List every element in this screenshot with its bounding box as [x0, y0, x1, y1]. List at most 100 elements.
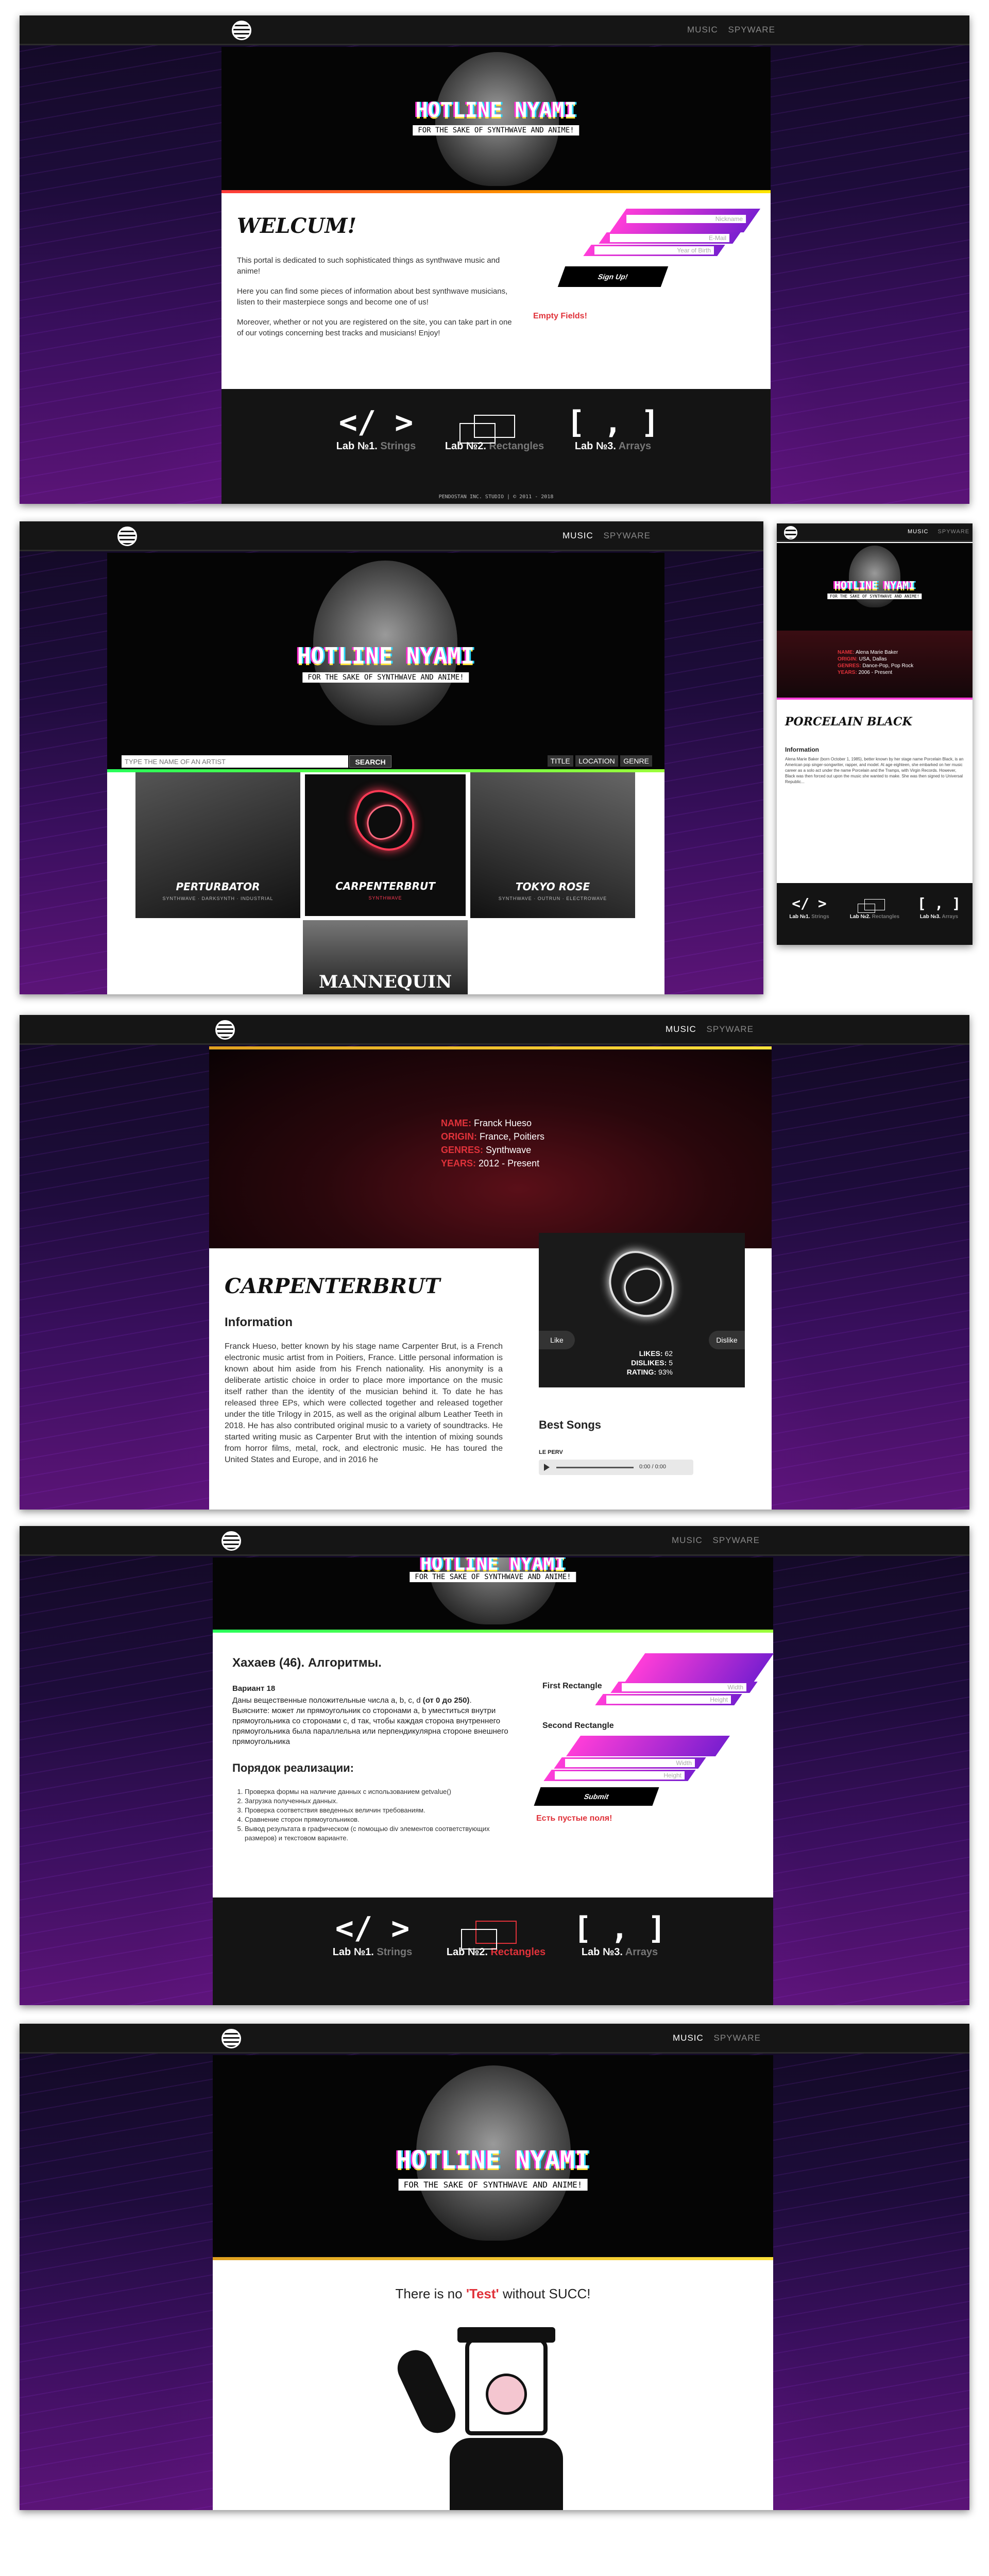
brand-subtitle: FOR THE SAKE OF SYNTHWAVE AND ANIME!	[302, 672, 469, 683]
nav-music-link[interactable]: MUSIC	[673, 2033, 704, 2043]
lab1-link[interactable]: </ > Lab №1. Strings	[321, 1910, 424, 1958]
artists-grid: PERTURBATOR SYNTHWAVE · DARKSYNTH · INDU…	[107, 772, 664, 994]
artist-card-name: CARPENTERBRUT	[335, 880, 435, 892]
nav-music-link[interactable]: MUSIC	[666, 1024, 696, 1034]
sign-up-button[interactable]: Sign Up!	[557, 266, 669, 287]
test-message: There is no 'Test' without SUCC!	[395, 2286, 591, 2301]
first-height-input[interactable]: Height	[595, 1694, 742, 1705]
lab3-link[interactable]: [ , ] Lab №3. Arrays	[568, 1910, 671, 1958]
lab2-link[interactable]: Lab №2. Rectangles	[844, 893, 906, 920]
artist-hero: NAME: Franck Hueso ORIGIN: France, Poiti…	[209, 1049, 772, 1248]
top-navbar: MUSIC SPYWARE	[20, 2024, 969, 2054]
audio-player: 0:00 / 0:00	[539, 1460, 693, 1475]
site-logo-icon[interactable]	[784, 526, 797, 539]
brand-subtitle: FOR THE SAKE OF SYNTHWAVE AND ANIME!	[398, 2179, 588, 2191]
sort-title-button[interactable]: TITLE	[547, 755, 573, 767]
brand-title: HOTLINE NYAMI	[396, 2146, 590, 2175]
sort-genre-button[interactable]: GENRE	[620, 755, 652, 767]
steps-list: Проверка формы на наличие данных с испол…	[245, 1787, 513, 1843]
top-navbar: MUSIC SPYWARE	[20, 521, 763, 551]
lab1-link[interactable]: </ > Lab №1. Strings	[781, 893, 838, 920]
artist-vote-panel: Like Dislike LIKES: 62 DISLIKES: 5 RATIN…	[539, 1233, 745, 1387]
screenshot-music: MUSIC SPYWARE HOTLINE NYAMI FOR THE SAKE…	[20, 521, 763, 994]
dislike-button[interactable]: Dislike	[709, 1331, 745, 1349]
first-width-input[interactable]: Width	[610, 1682, 758, 1693]
second-width-field[interactable]	[566, 1736, 730, 1756]
code-brackets-icon: </ >	[338, 404, 414, 440]
nav-music-link[interactable]: MUSIC	[908, 529, 928, 535]
rectangles-icon	[443, 404, 546, 444]
submit-button[interactable]: Submit	[534, 1787, 659, 1806]
cartoon-mascot-image	[388, 2327, 604, 2510]
artist-card[interactable]: CARPENTERBRUT SYNTHWAVE	[303, 772, 468, 918]
nav-spyware-link[interactable]: SPYWARE	[707, 1024, 754, 1034]
site-logo-icon[interactable]	[215, 1020, 235, 1040]
dislikes-count: 5	[669, 1359, 673, 1367]
nav-spyware-link[interactable]: SPYWARE	[938, 529, 970, 535]
site-logo-icon[interactable]	[117, 527, 137, 546]
nav-menu: MUSIC SPYWARE	[664, 1535, 760, 1546]
mobile-artist-name: PORCELAIN BLACK	[785, 715, 912, 728]
second-rect-label: Second Rectangle	[542, 1721, 614, 1730]
welcome-paragraph: Here you can find some pieces of informa…	[237, 287, 508, 307]
welcome-heading: WELCUM!	[237, 214, 357, 238]
lab3-link[interactable]: [ , ] Lab №3. Arrays	[911, 893, 967, 920]
rating-value: 93%	[658, 1368, 673, 1376]
year-of-birth-field[interactable]: Year of Birth	[583, 245, 725, 256]
site-logo-icon[interactable]	[232, 21, 251, 40]
vote-stats: LIKES: 62 DISLIKES: 5 RATING: 93%	[626, 1349, 673, 1376]
artist-search-input[interactable]	[122, 755, 348, 768]
nav-spyware-link[interactable]: SPYWARE	[604, 531, 651, 540]
nav-spyware-link[interactable]: SPYWARE	[713, 1535, 760, 1545]
site-logo-icon[interactable]	[221, 1531, 241, 1551]
search-button[interactable]: SEARCH	[349, 755, 391, 768]
task-text: Даны вещественные положительные числа a,…	[232, 1696, 508, 1746]
nav-spyware-link[interactable]: SPYWARE	[714, 2033, 761, 2043]
fact-row: YEARS: 2006 - Present	[838, 670, 893, 675]
nav-spyware-link[interactable]: SPYWARE	[728, 25, 775, 35]
song-title: LE PERV	[539, 1449, 563, 1455]
lab3-link[interactable]: [ , ] Lab №3. Arrays	[561, 404, 664, 452]
nav-music-link[interactable]: MUSIC	[562, 531, 593, 540]
nav-menu: MUSIC SPYWARE	[666, 2033, 761, 2043]
top-navbar: MUSIC SPYWARE	[20, 1526, 969, 1556]
artist-card-tags: SYNTHWAVE · DARKSYNTH · INDUSTRIAL	[162, 896, 274, 901]
like-button[interactable]: Like	[539, 1331, 575, 1349]
email-field[interactable]: E-Mail	[599, 232, 741, 244]
top-navbar: MUSIC SPYWARE	[20, 1015, 969, 1045]
sort-location-button[interactable]: LOCATION	[575, 755, 618, 767]
fact-row: ORIGIN: France, Poitiers	[441, 1131, 545, 1142]
artist-card-name: TOKYO ROSE	[515, 880, 590, 893]
brand-title: HOTLINE NYAMI	[297, 643, 475, 669]
hero-banner: HOTLINE NYAMI FOR THE SAKE OF SYNTHWAVE …	[221, 47, 771, 190]
artist-card[interactable]: TOKYO ROSE SYNTHWAVE · OUTRUN · ELECTROW…	[470, 772, 635, 918]
fact-row: ORIGIN: USA, Dallas	[838, 656, 887, 662]
second-height-input[interactable]: Height	[543, 1770, 696, 1781]
nickname-field[interactable]: Nickname	[609, 209, 761, 232]
nav-music-link[interactable]: MUSIC	[672, 1535, 703, 1545]
time-display: 0:00 / 0:00	[639, 1464, 666, 1470]
hero-banner: HOTLINE NYAMI FOR THE SAKE OF SYNTHWAVE …	[213, 1557, 773, 1630]
artist-card[interactable]: PERTURBATOR SYNTHWAVE · DARKSYNTH · INDU…	[135, 772, 300, 918]
welcome-section: WELCUM! This portal is dedicated to such…	[221, 193, 771, 389]
brand-title: HOTLINE NYAMI	[834, 579, 915, 591]
hero-banner: HOTLINE NYAMI FOR THE SAKE OF SYNTHWAVE …	[107, 553, 664, 769]
play-icon[interactable]	[544, 1464, 550, 1471]
seek-bar[interactable]	[556, 1467, 634, 1468]
artist-card[interactable]: MANNEQUIN	[303, 920, 468, 994]
step-item: Проверка формы на наличие данных с испол…	[245, 1787, 513, 1797]
hero-banner: HOTLINE NYAMI FOR THE SAKE OF SYNTHWAVE …	[777, 543, 973, 631]
site-logo-icon[interactable]	[221, 2029, 241, 2048]
lab1-link[interactable]: </ > Lab №1. Strings	[325, 404, 428, 452]
lab2-link[interactable]: Lab №2. Rectangles	[443, 404, 546, 452]
best-songs-heading: Best Songs	[539, 1418, 602, 1431]
first-width-field[interactable]	[625, 1653, 774, 1682]
array-brackets-icon: [ , ]	[917, 895, 961, 912]
brand-subtitle: FOR THE SAKE OF SYNTHWAVE AND ANIME!	[827, 594, 922, 599]
artist-facts: NAME: Alena Marie Baker ORIGIN: USA, Dal…	[777, 631, 973, 698]
labs-footer: </ > Lab №1. Strings Lab №2. Rectangles …	[221, 389, 771, 504]
second-width-input[interactable]: Width	[554, 1757, 706, 1769]
nav-music-link[interactable]: MUSIC	[687, 25, 718, 35]
fact-row: YEARS: 2012 - Present	[441, 1158, 540, 1168]
lab2-link[interactable]: Lab №2. Rectangles	[439, 1910, 553, 1958]
